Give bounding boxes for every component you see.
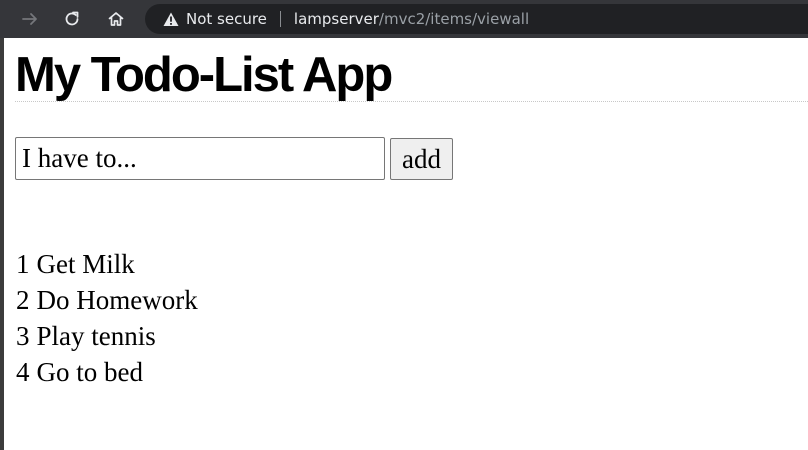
todo-item-text: Go to bed xyxy=(36,357,143,387)
todo-item-id: 1 xyxy=(16,249,30,279)
reload-button[interactable] xyxy=(60,7,84,31)
todo-item-text: Get Milk xyxy=(36,249,135,279)
todo-item: 2 Do Homework xyxy=(16,282,198,318)
security-indicator[interactable]: Not secure xyxy=(163,10,267,28)
todo-list: 1 Get Milk 2 Do Homework 3 Play tennis 4 Go … xyxy=(16,246,198,390)
address-bar[interactable]: Not secure lampserver/mvc2/items/viewall xyxy=(145,4,808,34)
todo-item: 4 Go to bed xyxy=(16,354,198,390)
address-separator xyxy=(279,11,281,27)
page-content: My Todo-List App add 1Get Milk 2Do Homew… xyxy=(0,38,808,450)
url-path: /mvc2/items/viewall xyxy=(378,10,530,28)
browser-toolbar: Not secure lampserver/mvc2/items/viewall xyxy=(0,0,808,38)
todo-item: 1 Get Milk xyxy=(16,246,198,282)
add-button[interactable]: add xyxy=(390,138,453,180)
todo-input[interactable] xyxy=(15,137,385,180)
url-host: lampserver xyxy=(293,10,379,28)
back-button[interactable] xyxy=(18,7,42,31)
url-text[interactable]: lampserver/mvc2/items/viewall xyxy=(294,10,529,28)
reload-icon xyxy=(63,10,81,28)
todo-item: 3 Play tennis xyxy=(16,318,198,354)
todo-item-id: 2 xyxy=(16,285,30,315)
home-button[interactable] xyxy=(104,7,128,31)
arrow-right-icon xyxy=(21,10,39,28)
window-edge xyxy=(0,38,4,450)
todo-item-text: Do Homework xyxy=(36,285,198,315)
todo-item-id: 3 xyxy=(16,321,30,351)
security-label: Not secure xyxy=(186,10,267,28)
home-icon xyxy=(107,10,125,28)
warning-icon xyxy=(163,12,179,27)
todo-item-text: Play tennis xyxy=(36,321,156,351)
title-divider xyxy=(15,101,808,102)
page-title: My Todo-List App xyxy=(15,48,393,102)
todo-item-id: 4 xyxy=(16,357,30,387)
